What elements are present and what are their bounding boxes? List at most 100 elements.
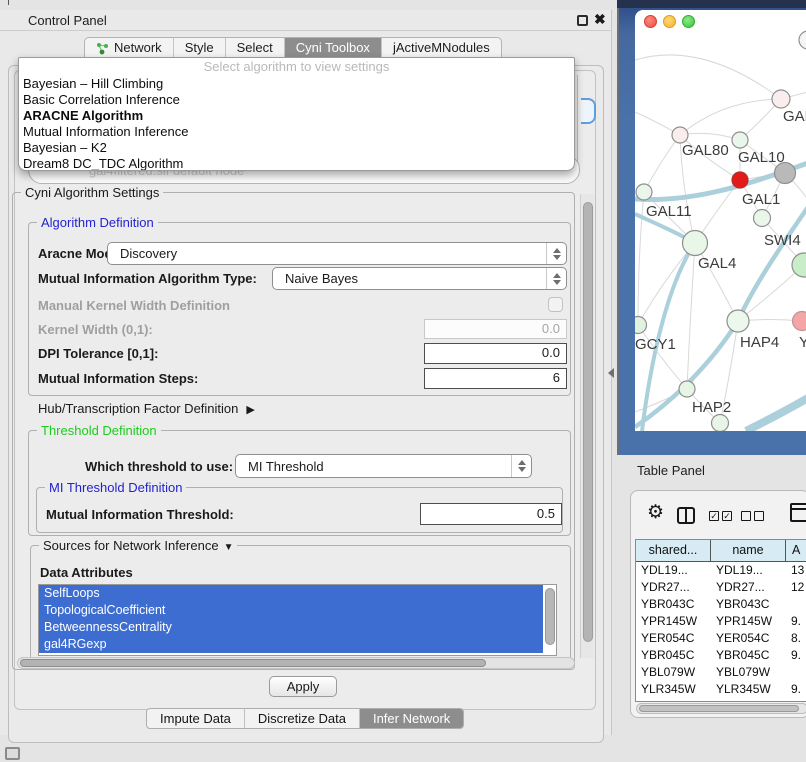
expand-right-icon[interactable]: ▶: [246, 403, 254, 416]
list-vertical-scrollbar[interactable]: [545, 588, 555, 645]
table-row[interactable]: YBR043CYBR043C: [636, 596, 806, 613]
algorithm-dropdown-popup: Select algorithm to view settings Bayesi…: [18, 57, 575, 171]
tab-infer-network[interactable]: Infer Network: [360, 709, 463, 728]
window-close-icon[interactable]: [644, 15, 657, 28]
mi-threshold-title: MI Threshold Definition: [45, 480, 186, 495]
dropdown-item[interactable]: Bayesian – K2: [19, 140, 574, 156]
algorithm-definition-title: Algorithm Definition: [37, 215, 158, 230]
table-row[interactable]: YBR045CYBR045C9.: [636, 647, 806, 664]
which-threshold-label: Which threshold to use:: [85, 459, 233, 474]
tab-impute-data[interactable]: Impute Data: [147, 709, 245, 728]
column-header[interactable]: shared...: [636, 540, 711, 561]
tab-network[interactable]: Network: [85, 38, 174, 58]
table-row[interactable]: YBL079WYBL079W: [636, 664, 806, 681]
tab-discretize-data[interactable]: Discretize Data: [245, 709, 360, 728]
network-node[interactable]: [679, 381, 695, 397]
svg-text:GAL: GAL: [783, 108, 806, 125]
tab-select[interactable]: Select: [226, 38, 285, 58]
table-header-row: shared... name A: [636, 540, 806, 562]
dropdown-hint: Select algorithm to view settings: [19, 58, 574, 76]
network-node[interactable]: [683, 231, 708, 256]
mi-threshold-field[interactable]: 0.5: [420, 503, 562, 525]
table-row[interactable]: YPR145WYPR145W9.: [636, 613, 806, 630]
settings-group-title: Cyni Algorithm Settings: [21, 185, 163, 200]
scrollbar-thumb[interactable]: [20, 659, 486, 667]
network-node[interactable]: [793, 312, 806, 331]
svg-text:HAP2: HAP2: [692, 399, 731, 416]
network-node[interactable]: [727, 310, 749, 332]
attribute-item[interactable]: BetweennessCentrality: [39, 619, 543, 636]
dropdown-item[interactable]: Bayesian – Hill Climbing: [19, 76, 574, 92]
table-horizontal-scrollbar[interactable]: [636, 703, 806, 714]
dropdown-item-selected[interactable]: ARACNE Algorithm: [19, 108, 574, 124]
table-row[interactable]: YER054CYER054C8.: [636, 630, 806, 647]
network-node-selected[interactable]: [732, 172, 748, 188]
columns-icon[interactable]: [677, 507, 695, 524]
control-panel-titlebar: Control Panel ✖: [0, 10, 611, 31]
tab-jactivemnodules[interactable]: jActiveMNodules: [382, 38, 501, 58]
network-view-background: GAL GAL80 GAL10 GAL1 GAL11 SWI4 GAL4 GCY…: [617, 8, 806, 455]
window-minimize-icon[interactable]: [663, 15, 676, 28]
attribute-item[interactable]: TopologicalCoefficient: [39, 602, 543, 619]
window-zoom-icon[interactable]: [682, 15, 695, 28]
hub-section-toggle[interactable]: Hub/Transcription Factor Definition▶: [38, 401, 255, 416]
network-node[interactable]: [712, 415, 729, 432]
dropdown-item[interactable]: Basic Correlation Inference: [19, 92, 574, 108]
node-attribute-table: shared... name A YDL19...YDL19...13 YDR2…: [635, 539, 806, 702]
panel-collapse-arrow-icon[interactable]: [608, 368, 614, 378]
settings-vertical-scrollbar[interactable]: [580, 194, 594, 658]
network-node[interactable]: [732, 132, 748, 148]
svg-text:HAP4: HAP4: [740, 334, 779, 351]
manual-kernel-checkbox[interactable]: [548, 297, 563, 312]
network-node[interactable]: [772, 90, 790, 108]
dropdown-item[interactable]: Mutual Information Inference: [19, 124, 574, 140]
which-threshold-combo[interactable]: MI Threshold: [235, 454, 532, 478]
scrollbar-thumb[interactable]: [583, 202, 593, 642]
divider-remnant: [8, 0, 9, 5]
attribute-item[interactable]: gal4RGexp: [39, 636, 543, 653]
table-row[interactable]: YDR27...YDR27...12: [636, 579, 806, 596]
attribute-item[interactable]: SelfLoops: [39, 585, 543, 602]
kernel-width-field[interactable]: 0.0: [424, 319, 567, 339]
mi-type-combo[interactable]: Naive Bayes: [272, 267, 567, 290]
table-row[interactable]: YLR345WYLR345W9.: [636, 681, 806, 698]
new-table-icon[interactable]: [790, 503, 806, 522]
dropdown-item[interactable]: Dream8 DC_TDC Algorithm: [19, 156, 574, 171]
select-all-columns-icon[interactable]: ✓✓: [709, 511, 732, 521]
control-panel-window: Control Panel ✖ Network Style Select Cyn…: [0, 10, 612, 735]
tab-cyni-toolbox[interactable]: Cyni Toolbox: [285, 38, 382, 58]
network-node[interactable]: [635, 317, 647, 334]
aracne-mode-combo[interactable]: Discovery: [107, 242, 567, 265]
data-attributes-list[interactable]: SelfLoops TopologicalCoefficient Between…: [38, 584, 557, 656]
dpi-tolerance-field[interactable]: 0.0: [424, 343, 567, 364]
column-header[interactable]: name: [711, 540, 786, 561]
scrollbar-thumb[interactable]: [639, 705, 799, 712]
tab-network-label: Network: [114, 38, 162, 58]
gear-icon[interactable]: ⚙: [647, 503, 664, 522]
docked-panel-icon[interactable]: [5, 747, 20, 760]
close-icon[interactable]: ✖: [594, 11, 606, 28]
collapse-down-icon[interactable]: ▼: [224, 542, 234, 553]
sources-group-title[interactable]: Sources for Network Inference▼: [39, 538, 237, 553]
apply-button[interactable]: Apply: [269, 676, 337, 697]
deselect-all-columns-icon[interactable]: [741, 511, 764, 521]
hidden-group-border: [577, 75, 578, 167]
svg-text:GAL4: GAL4: [698, 255, 736, 272]
network-node[interactable]: [636, 184, 652, 200]
float-window-icon[interactable]: [577, 15, 588, 26]
table-row[interactable]: YDL19...YDL19...13: [636, 562, 806, 579]
network-canvas[interactable]: GAL GAL80 GAL10 GAL1 GAL11 SWI4 GAL4 GCY…: [635, 28, 806, 431]
mi-steps-field[interactable]: 6: [424, 368, 567, 389]
network-node[interactable]: [754, 210, 771, 227]
mi-threshold-label: Mutual Information Threshold:: [46, 507, 234, 522]
table-row[interactable]: YIL052CYIL052C9: [636, 698, 806, 702]
control-panel-title: Control Panel: [28, 13, 107, 28]
settings-horizontal-scrollbar[interactable]: [17, 657, 575, 669]
tab-style[interactable]: Style: [174, 38, 226, 58]
column-header[interactable]: A: [786, 540, 806, 561]
network-node[interactable]: [672, 127, 688, 143]
focused-combo-fragment[interactable]: [581, 98, 596, 124]
control-panel-tabs: Network Style Select Cyni Toolbox jActiv…: [84, 37, 502, 59]
network-node[interactable]: [799, 31, 806, 49]
data-attributes-label: Data Attributes: [40, 565, 133, 580]
